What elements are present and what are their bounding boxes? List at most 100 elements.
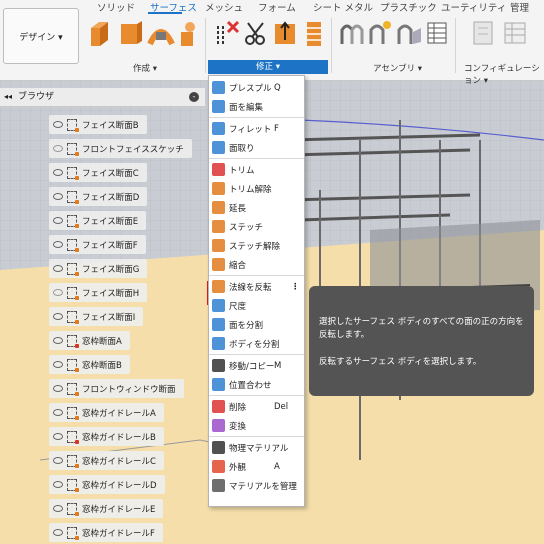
trim-icon (212, 163, 225, 176)
eye-hidden-icon[interactable] (53, 145, 63, 152)
browser-item[interactable]: 窓枠断面A (49, 331, 130, 350)
eye-icon[interactable] (53, 529, 63, 536)
sketch-icon (67, 214, 79, 228)
sketch-icon (67, 310, 79, 324)
menu-item-label: 面を編集 (229, 102, 264, 113)
menu-item-move[interactable]: 移動/コピー M (209, 356, 304, 375)
browser-item[interactable]: フロントフェイススケッチ (49, 139, 192, 158)
eye-icon[interactable] (53, 241, 63, 248)
browser-item[interactable]: 窓枠ガイドレールB (49, 427, 164, 446)
menu-item-scale[interactable]: 尺度 (209, 296, 304, 315)
menu-item-label: 位置合わせ (229, 380, 272, 391)
tab-plastic[interactable]: プラスチック (380, 0, 437, 14)
eye-icon[interactable] (53, 361, 63, 368)
browser-item[interactable]: フェイス断面B (49, 115, 147, 134)
menu-item-appearance[interactable]: 外観 A (209, 457, 304, 476)
create-group-label[interactable]: 作成 ▾ (133, 62, 157, 74)
new-component-icon[interactable] (337, 18, 367, 48)
menu-item-trim[interactable]: トリム (209, 160, 304, 179)
eye-hidden-icon[interactable] (53, 289, 63, 296)
browser-item[interactable]: フェイス断面H (49, 283, 148, 302)
eye-icon[interactable] (53, 265, 63, 272)
modify-group-dropdown[interactable]: 修正 ▾ (208, 60, 328, 74)
collapse-arrows-icon[interactable]: ◂◂ (4, 88, 12, 106)
menu-item-convert[interactable]: 変換 (209, 416, 304, 435)
eye-icon[interactable] (53, 385, 63, 392)
browser-item[interactable]: フロントウィンドウ断面 (49, 379, 184, 398)
browser-item[interactable]: 窓枠ガイドレールF (49, 523, 163, 542)
as-built-joint-icon[interactable] (395, 18, 425, 48)
browser-item[interactable]: フェイス断面G (49, 259, 148, 278)
eye-icon[interactable] (53, 217, 63, 224)
tab-solid[interactable]: ソリッド (97, 0, 135, 14)
eye-icon[interactable] (53, 457, 63, 464)
eye-icon[interactable] (53, 409, 63, 416)
eye-icon[interactable] (53, 433, 63, 440)
browser-item[interactable]: 窓枠ガイドレールD (49, 475, 165, 494)
split-body-icon (212, 337, 225, 350)
configuration-table-icon[interactable] (500, 18, 530, 48)
browser-item[interactable]: フェイス断面C (49, 163, 147, 182)
menu-item-physical-material[interactable]: 物理マテリアル (209, 438, 304, 457)
menu-item-chamfer[interactable]: 面取り (209, 138, 304, 157)
menu-item-shortcut: F (274, 123, 279, 134)
browser-item[interactable]: 窓枠ガイドレールE (49, 499, 164, 518)
menu-item-label: トリム (229, 165, 255, 176)
menu-item-reverse-normal[interactable]: 法線を反転 ⋮ (209, 277, 304, 296)
menu-item-split-face[interactable]: 面を分割 (209, 315, 304, 334)
assemble-group-label[interactable]: アセンブリ ▾ (373, 62, 422, 74)
configure-icon[interactable] (468, 18, 498, 48)
browser-options-icon[interactable]: - (189, 92, 199, 102)
more-options-icon[interactable]: ⋮ (291, 282, 300, 292)
trim-icon[interactable] (212, 18, 242, 48)
menu-item-stitch[interactable]: ステッチ (209, 217, 304, 236)
extend-icon[interactable] (270, 18, 300, 48)
scissors-icon[interactable] (241, 18, 271, 48)
tab-sheet-metal[interactable]: シート メタル (313, 0, 373, 14)
eye-icon[interactable] (53, 337, 63, 344)
eye-icon[interactable] (53, 121, 63, 128)
menu-item-fillet[interactable]: フィレット F (209, 119, 304, 138)
menu-item-split-body[interactable]: ボディを分割 (209, 334, 304, 353)
menu-item-untrim[interactable]: トリム解除 (209, 179, 304, 198)
menu-item-unstitch[interactable]: ステッチ解除 (209, 236, 304, 255)
menu-item-edit-face[interactable]: 面を編集 (209, 97, 304, 116)
tab-form[interactable]: フォーム (258, 0, 296, 14)
patch-icon[interactable] (116, 18, 146, 48)
joint-icon[interactable] (365, 18, 395, 48)
tooltip-description: 選択したサーフェス ボディのすべての面の正の方向を反転します。 (319, 317, 524, 340)
menu-item-manage-materials[interactable]: マテリアルを管理 (209, 476, 304, 495)
browser-item[interactable]: 窓枠ガイドレールA (49, 403, 164, 422)
configuration-group-label[interactable]: コンフィギュレーション ▾ (464, 62, 544, 86)
bill-of-materials-icon[interactable] (422, 18, 452, 48)
tab-mesh[interactable]: メッシュ (205, 0, 243, 14)
menu-item-delete[interactable]: 削除 Del (209, 397, 304, 416)
eye-icon[interactable] (53, 313, 63, 320)
press-pull-icon (212, 81, 225, 94)
loft-icon[interactable] (175, 18, 205, 48)
eye-icon[interactable] (53, 505, 63, 512)
design-workspace-button[interactable]: デザイン ▾ (3, 8, 79, 64)
menu-item-reduce[interactable]: 縮合 (209, 255, 304, 274)
browser-item[interactable]: フェイス断面D (49, 187, 148, 206)
browser-item[interactable]: 窓枠ガイドレールC (49, 451, 164, 470)
browser-item[interactable]: フェイス断面I (49, 307, 144, 326)
extrude-icon[interactable] (88, 18, 118, 48)
browser-item[interactable]: フェイス断面E (49, 211, 147, 230)
menu-item-align[interactable]: 位置合わせ (209, 375, 304, 394)
eye-icon[interactable] (53, 481, 63, 488)
stitch-icon[interactable] (299, 18, 329, 48)
tab-manage[interactable]: 管理 (510, 0, 529, 14)
browser-item[interactable]: 窓枠断面B (49, 355, 130, 374)
move-icon (212, 359, 225, 372)
browser-item[interactable]: フェイス断面F (49, 235, 146, 254)
eye-icon[interactable] (53, 193, 63, 200)
tab-utility[interactable]: ユーティリティ (441, 0, 506, 14)
menu-item-press-pull[interactable]: プレスプル Q (209, 78, 304, 97)
menu-item-extend[interactable]: 延長 (209, 198, 304, 217)
menu-item-label: 削除 (229, 402, 247, 413)
eye-icon[interactable] (53, 169, 63, 176)
stitch-icon (212, 220, 225, 233)
sweep-icon[interactable] (146, 18, 176, 48)
browser-item-label: 窓枠ガイドレールA (82, 408, 156, 419)
